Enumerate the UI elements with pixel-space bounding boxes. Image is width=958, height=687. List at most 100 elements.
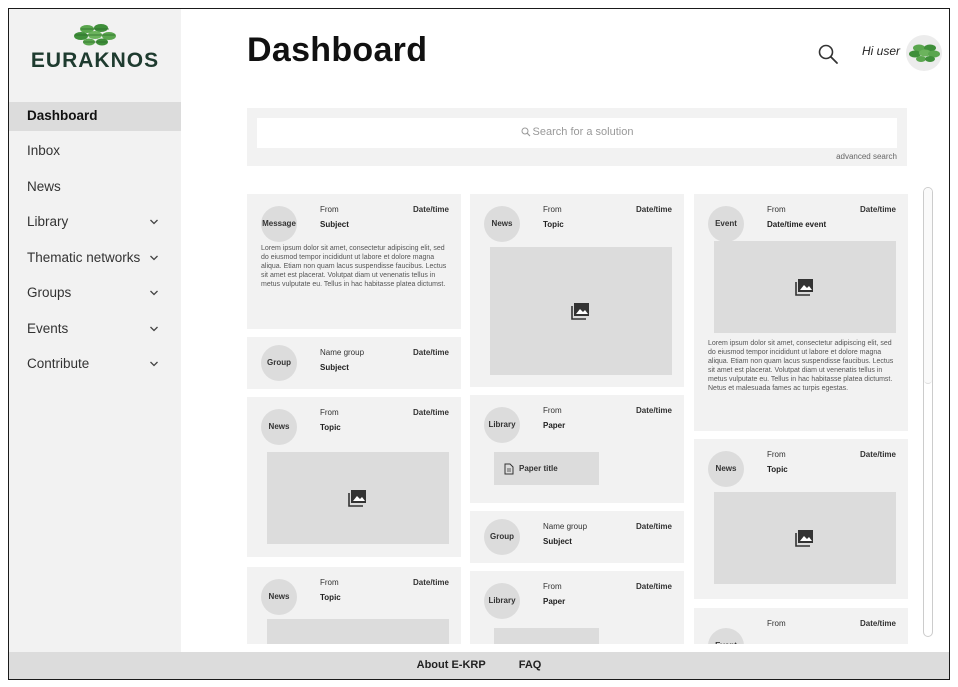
card-from: From [320,578,339,587]
card-datetime: Date/time [412,348,449,357]
image-placeholder [267,452,449,544]
card-from: From [543,582,562,591]
chevron-down-icon[interactable] [149,359,159,369]
sidebar-item-news[interactable]: News [9,173,181,209]
type-chip: Event [708,206,744,242]
card-datetime: Date/time [412,205,449,214]
card-from: From [767,619,786,628]
sidebar-item-library[interactable]: Library [9,208,181,244]
feed-scrollbar[interactable] [923,187,933,637]
activity-feed: Message From Subject Date/time Lorem ips… [247,194,919,644]
card-paper: Paper [543,421,566,430]
card-paper: Paper [543,597,566,606]
card-datetime: Date/time [635,582,672,591]
advanced-search-link[interactable]: advanced search [836,152,897,161]
image-icon [795,530,813,547]
sidebar-item-label: News [27,178,61,194]
card-subject: Subject [543,537,572,546]
image-placeholder [267,619,449,644]
user-greeting: Hi user [862,44,901,58]
library-card[interactable]: Library From Paper Date/time Paper title [470,395,684,503]
footer-link-faq[interactable]: FAQ [519,659,542,671]
leaf-cluster-avatar-icon [909,44,940,62]
scrollbar-thumb[interactable] [924,188,932,384]
card-datetime: Date/time [412,408,449,417]
news-card[interactable]: News From Topic Date/time [470,194,684,387]
avatar[interactable] [906,35,942,71]
document-icon [504,463,514,475]
group-card[interactable]: Group Name group Subject Date/time [247,337,461,389]
card-group-name: Name group [320,348,365,357]
image-placeholder [714,241,896,333]
sidebar-item-label: Inbox [27,143,61,158]
type-chip: Event [708,628,744,644]
card-topic: Topic [320,593,341,602]
sidebar-item-groups[interactable]: Groups [9,279,181,315]
brand-name: EURAKNOS [30,49,160,72]
paper-attachment[interactable]: Paper title [494,452,599,485]
chevron-down-icon[interactable] [149,288,159,298]
card-datetime: Date/time [635,406,672,415]
main-content: Dashboard Hi user Search for a solution … [181,9,949,652]
sidebar-item-label: Events [27,320,69,336]
card-event-datetime: Date/time event [767,220,827,229]
image-icon [348,490,366,507]
paper-attachment [494,628,599,644]
app-window: EURAKNOS Dashboard Inbox News Library Th… [8,8,950,680]
card-body: Lorem ipsum dolor sit amet, consectetur … [261,245,447,288]
sidebar-item-events[interactable]: Events [9,315,181,351]
card-from: From [320,205,339,214]
card-from: From [767,205,786,214]
card-datetime: Date/time [859,205,896,214]
sidebar-item-thematic-networks[interactable]: Thematic networks [9,244,181,280]
news-card[interactable]: News From Topic Date/time [247,397,461,557]
type-chip: Library [484,407,520,443]
image-icon [795,279,813,296]
card-from: From [767,450,786,459]
footer: About E-KRP FAQ [9,652,949,679]
chevron-down-icon[interactable] [149,324,159,334]
image-placeholder [490,247,672,375]
chevron-down-icon[interactable] [149,253,159,263]
library-card[interactable]: Library From Paper Date/time [470,571,684,644]
card-datetime: Date/time [412,578,449,587]
event-card[interactable]: Event From Date/time [694,608,908,644]
footer-link-about[interactable]: About E-KRP [417,659,486,671]
sidebar-item-label: Library [27,214,69,229]
image-icon [571,303,589,320]
message-card[interactable]: Message From Subject Date/time Lorem ips… [247,194,461,329]
type-chip: News [261,579,297,615]
card-from: From [320,408,339,417]
card-from: From [543,406,562,415]
image-placeholder [714,492,896,584]
brand-logo[interactable]: EURAKNOS [9,23,181,73]
card-topic: Topic [767,465,788,474]
card-subject: Subject [320,220,349,229]
group-card[interactable]: Group Name group Subject Date/time [470,511,684,563]
search-placeholder-text: Search for a solution [532,126,634,138]
sidebar-item-label: Groups [27,285,72,300]
card-datetime: Date/time [859,450,896,459]
sidebar-item-label: Dashboard [27,108,98,123]
type-chip: Group [261,345,297,381]
news-card[interactable]: News From Topic Date/time [247,567,461,644]
type-chip: News [261,409,297,445]
page-title: Dashboard [247,31,428,69]
news-card[interactable]: News From Topic Date/time [694,439,908,599]
chevron-down-icon[interactable] [149,217,159,227]
search-icon[interactable] [817,43,839,65]
sidebar-item-contribute[interactable]: Contribute [9,350,181,386]
search-input[interactable]: Search for a solution [257,118,897,148]
search-panel: Search for a solution advanced search [247,108,907,166]
sidebar-item-inbox[interactable]: Inbox [9,137,181,173]
type-chip: News [484,206,520,242]
card-group-name: Name group [543,522,588,531]
sidebar-item-dashboard[interactable]: Dashboard [9,102,181,131]
event-card[interactable]: Event From Date/time event Date/time Lor… [694,194,908,431]
card-topic: Topic [543,220,564,229]
type-chip: News [708,451,744,487]
card-datetime: Date/time [635,205,672,214]
leaf-cluster-logo-icon [74,24,116,46]
sidebar-item-label: Contribute [27,356,90,371]
card-datetime: Date/time [859,619,896,628]
